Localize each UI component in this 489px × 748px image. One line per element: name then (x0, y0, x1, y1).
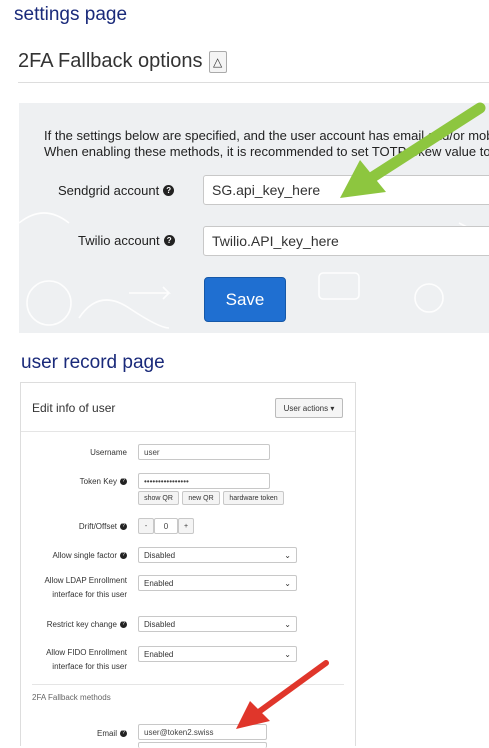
sendgrid-label-text: Sendgrid account (58, 183, 160, 198)
collapse-toggle-button[interactable]: △ (208, 50, 227, 73)
ldap-enrollment-label: Allow LDAP Enrollment interface for this… (27, 575, 127, 600)
help-icon[interactable]: ? (120, 523, 127, 530)
help-icon[interactable]: ? (120, 621, 127, 628)
green-arrow-annotation (340, 102, 486, 198)
ldap-enrollment-value: Enabled (144, 578, 174, 588)
restrict-key-value: Disabled (144, 619, 176, 629)
red-arrow-annotation (236, 660, 329, 729)
fido-enrollment-value: Enabled (144, 649, 174, 659)
restrict-key-label-text: Restrict key change (46, 620, 117, 629)
fido-label-line-1: Allow FIDO Enrollment (46, 648, 127, 657)
single-factor-label: Allow single factor? (27, 550, 127, 561)
section-title: 2FA Fallback options (18, 50, 203, 72)
help-icon[interactable]: ? (120, 552, 127, 559)
ldap-label-line-1: Allow LDAP Enrollment (44, 576, 127, 585)
token-key-input[interactable]: •••••••••••••••• (138, 473, 270, 489)
show-qr-button[interactable]: show QR (138, 491, 179, 505)
ldap-label-line-2: interface for this user (52, 590, 127, 599)
save-button[interactable]: Save (204, 277, 286, 322)
drift-label: Drift/Offset? (27, 521, 127, 532)
settings-page-title: settings page (14, 4, 128, 25)
restrict-key-select[interactable]: Disabled ⌄ (138, 616, 297, 632)
token-key-label: Token Key? (27, 476, 127, 487)
email-label-text: Email (96, 729, 117, 738)
fido-enrollment-label: Allow FIDO Enrollment interface for this… (27, 647, 127, 672)
email-label: Email? (27, 728, 127, 739)
fallback-options-header: 2FA Fallback options △ (18, 50, 227, 73)
single-factor-value: Disabled (144, 550, 176, 560)
card-header: Edit info of user User actions ▾ (21, 383, 355, 432)
fallback-methods-heading: 2FA Fallback methods (32, 693, 111, 702)
next-field-input[interactable] (138, 742, 267, 748)
drift-label-text: Drift/Offset (78, 522, 117, 531)
chevron-down-icon: ⌄ (284, 578, 291, 588)
user-actions-button[interactable]: User actions ▾ (275, 398, 343, 418)
help-icon[interactable]: ? (163, 185, 175, 196)
twilio-input[interactable]: Twilio.API_key_here (203, 226, 489, 256)
fido-label-line-2: interface for this user (52, 662, 127, 671)
chevron-down-icon: ⌄ (284, 619, 291, 629)
username-input[interactable]: user (138, 444, 270, 460)
card-title: Edit info of user (32, 401, 116, 415)
drift-increment-button[interactable]: + (178, 518, 194, 534)
help-icon[interactable]: ? (120, 478, 127, 485)
username-label: Username (27, 447, 127, 458)
twilio-label: Twilio account ? (78, 233, 175, 248)
twilio-label-text: Twilio account (78, 233, 160, 248)
new-qr-button[interactable]: new QR (182, 491, 220, 505)
chevron-down-icon: ⌄ (284, 550, 291, 560)
user-page-title: user record page (21, 352, 165, 373)
help-icon[interactable]: ? (163, 235, 175, 246)
token-key-label-text: Token Key (79, 477, 117, 486)
single-factor-select[interactable]: Disabled ⌄ (138, 547, 297, 563)
hardware-token-button[interactable]: hardware token (223, 491, 284, 505)
single-factor-label-text: Allow single factor (52, 551, 117, 560)
restrict-key-label: Restrict key change? (27, 619, 127, 630)
username-label-text: Username (90, 448, 127, 457)
drift-decrement-button[interactable]: - (138, 518, 154, 534)
sendgrid-label: Sendgrid account ? (58, 183, 175, 198)
drift-value-input[interactable]: 0 (154, 518, 178, 534)
help-icon[interactable]: ? (120, 730, 127, 737)
section-divider (18, 82, 489, 83)
ldap-enrollment-select[interactable]: Enabled ⌄ (138, 575, 297, 591)
